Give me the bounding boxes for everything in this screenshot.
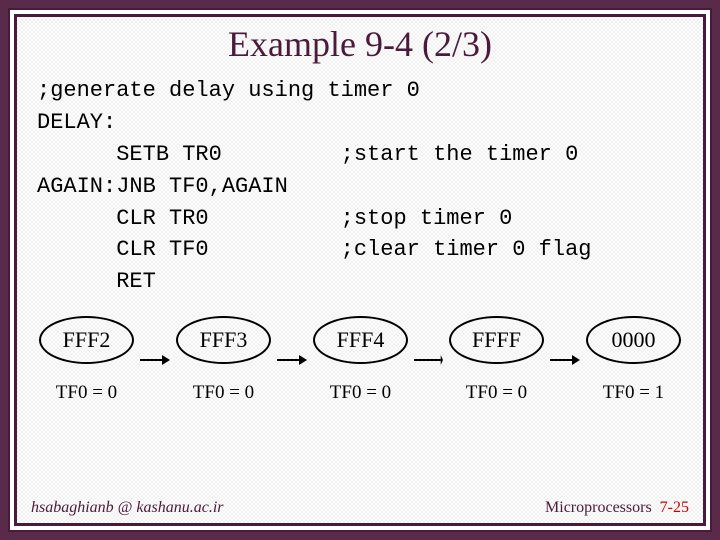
- code-block: ;generate delay using timer 0 DELAY: SET…: [17, 75, 703, 298]
- state-value: FFF2: [39, 316, 134, 364]
- state-tf-label: TF0 = 0: [330, 382, 391, 404]
- state-node: FFF2 TF0 = 0: [39, 316, 134, 404]
- state-value: FFF4: [313, 316, 408, 364]
- code-line: CLR TF0 ;clear timer 0 flag: [37, 237, 592, 262]
- state-tf-label: TF0 = 0: [193, 382, 254, 404]
- slide-footer: hsabaghianb @ kashanu.ac.ir Microprocess…: [31, 499, 689, 517]
- slide-outer-frame: Example 9-4 (2/3) ;generate delay using …: [8, 8, 712, 532]
- code-line: AGAIN:JNB TF0,AGAIN: [37, 174, 288, 199]
- state-diagram: FFF2 TF0 = 0 FFF3 TF0 = 0 FFF4 TF0 = 0 F…: [17, 298, 703, 404]
- state-tf-label: TF0 = 0: [56, 382, 117, 404]
- arrow-icon: [140, 336, 170, 384]
- state-value: FFF3: [176, 316, 271, 364]
- arrow-icon: [414, 336, 443, 384]
- footer-pagenum: 7-25: [660, 499, 689, 516]
- state-tf-label: TF0 = 1: [603, 382, 664, 404]
- code-line: CLR TR0 ;stop timer 0: [37, 206, 512, 231]
- slide-title: Example 9-4 (2/3): [17, 23, 703, 65]
- arrow-icon: [277, 336, 307, 384]
- footer-course: Microprocessors: [545, 499, 652, 516]
- arrow-icon: [550, 336, 580, 384]
- code-line: DELAY:: [37, 110, 116, 135]
- slide-inner-frame: Example 9-4 (2/3) ;generate delay using …: [14, 14, 706, 526]
- state-node: FFF3 TF0 = 0: [176, 316, 271, 404]
- state-value: 0000: [586, 316, 681, 364]
- footer-right: Microprocessors 7-25: [545, 499, 689, 517]
- state-value: FFFF: [449, 316, 544, 364]
- state-tf-label: TF0 = 0: [466, 382, 527, 404]
- code-line: ;generate delay using timer 0: [37, 78, 420, 103]
- footer-author: hsabaghianb @ kashanu.ac.ir: [31, 499, 224, 517]
- state-node: 0000 TF0 = 1: [586, 316, 681, 404]
- code-line: SETB TR0 ;start the timer 0: [37, 142, 578, 167]
- state-node: FFF4 TF0 = 0: [313, 316, 408, 404]
- state-node: FFFF TF0 = 0: [449, 316, 544, 404]
- code-line: RET: [37, 269, 156, 294]
